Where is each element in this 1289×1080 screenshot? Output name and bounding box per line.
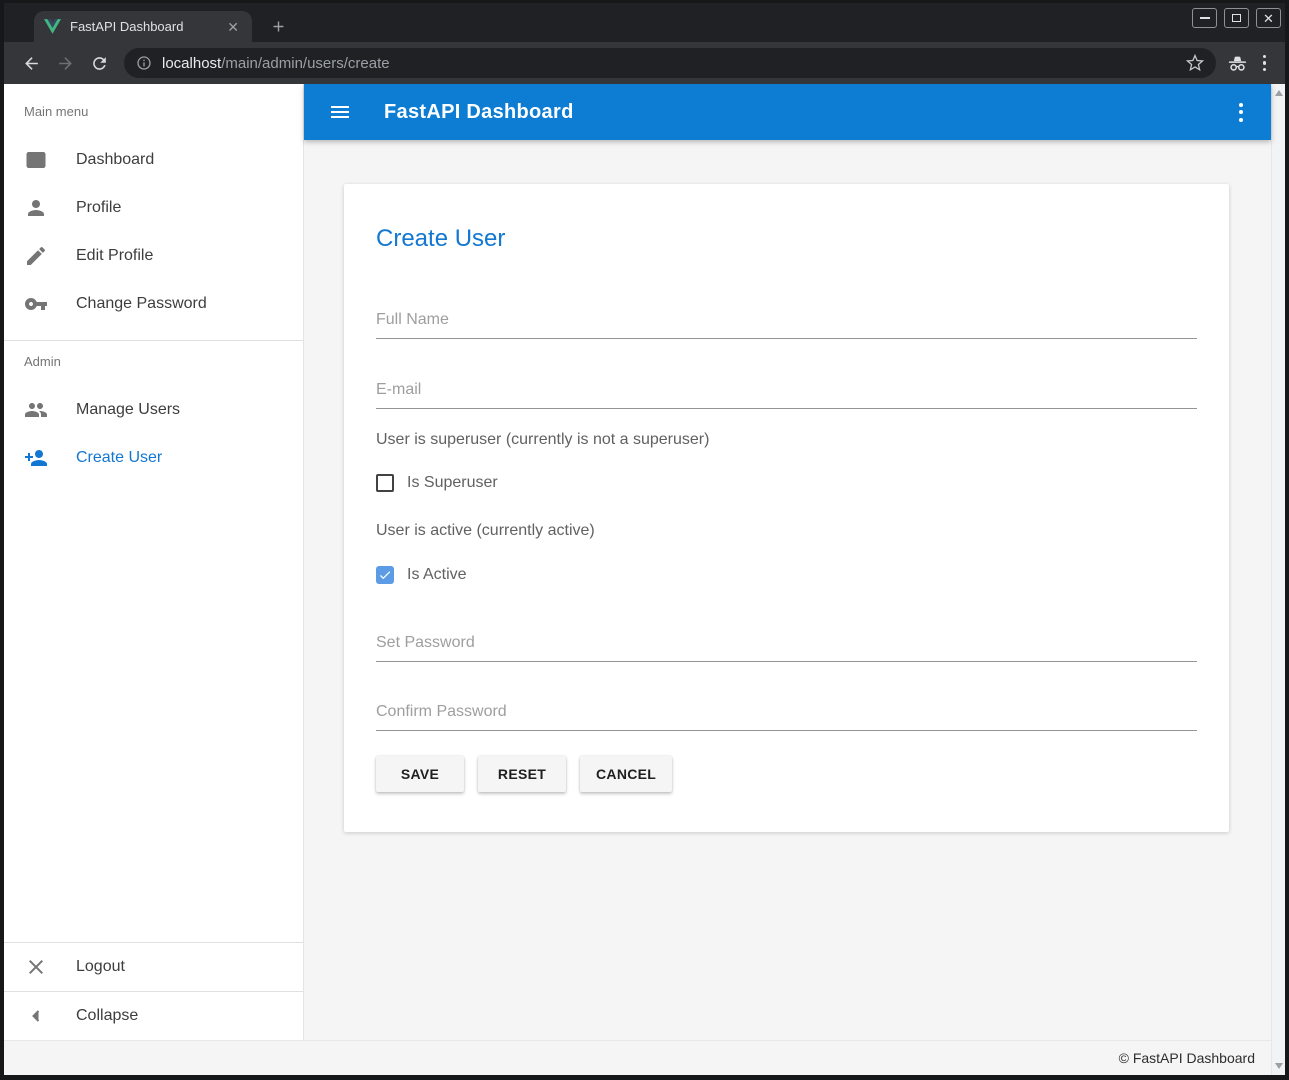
sidebar-item-label: Dashboard <box>76 151 154 169</box>
maximize-icon <box>1232 14 1241 22</box>
dashboard-icon <box>24 148 48 172</box>
back-button[interactable] <box>19 51 43 75</box>
url-path: /main/admin/users/create <box>221 55 389 72</box>
confirm-password-field[interactable]: Confirm Password <box>376 703 1197 731</box>
chevron-left-icon <box>24 1004 48 1028</box>
minimize-icon <box>1200 17 1210 19</box>
close-window-icon: ✕ <box>1263 12 1274 25</box>
main-area: FastAPI Dashboard Create User Full Name … <box>304 84 1271 1040</box>
tab-close-icon[interactable]: ✕ <box>224 19 242 35</box>
tab-title: FastAPI Dashboard <box>70 19 224 34</box>
superuser-checkbox-label: Is Superuser <box>407 474 498 492</box>
email-placeholder: E-mail <box>376 381 1197 399</box>
maximize-button[interactable] <box>1224 8 1249 28</box>
save-button[interactable]: SAVE <box>376 756 464 792</box>
sidebar: Main menu Dashboard Profile Edit Profile <box>4 84 304 1040</box>
group-icon <box>24 398 48 422</box>
confirm-password-placeholder: Confirm Password <box>376 703 1197 721</box>
active-checkbox-row[interactable]: Is Active <box>376 566 1197 584</box>
key-icon <box>24 292 48 316</box>
sidebar-item-label: Edit Profile <box>76 247 153 265</box>
scrollbar-up-icon[interactable] <box>1275 90 1283 96</box>
content-area: Create User Full Name E-mail User is sup… <box>304 140 1271 1040</box>
window-controls: ✕ <box>1192 8 1281 28</box>
logout-close-icon <box>24 955 48 979</box>
hamburger-menu-button[interactable] <box>328 100 352 124</box>
person-add-icon <box>24 446 48 470</box>
sidebar-item-dashboard[interactable]: Dashboard <box>4 136 303 184</box>
full-name-field[interactable]: Full Name <box>376 311 1197 339</box>
url-bar[interactable]: localhost/main/admin/users/create <box>124 48 1216 78</box>
scrollbar-down-icon[interactable] <box>1275 1063 1283 1069</box>
browser-tab[interactable]: FastAPI Dashboard ✕ <box>34 11 252 42</box>
sidebar-item-create-user[interactable]: Create User <box>4 434 303 482</box>
browser-toolbar: localhost/main/admin/users/create <box>4 42 1285 84</box>
forward-icon <box>56 54 75 73</box>
person-icon <box>24 196 48 220</box>
browser-window: FastAPI Dashboard ✕ ✕ localhost/main/adm… <box>0 0 1289 1080</box>
appbar-title: FastAPI Dashboard <box>384 101 574 124</box>
sidebar-item-manage-users[interactable]: Manage Users <box>4 386 303 434</box>
footer-copyright: © FastAPI Dashboard <box>1119 1050 1255 1066</box>
hamburger-icon <box>328 100 352 124</box>
sidebar-item-label: Collapse <box>76 1007 138 1025</box>
check-icon <box>378 568 392 582</box>
form-buttons: SAVE RESET CANCEL <box>376 756 1197 792</box>
url-host: localhost <box>162 55 221 72</box>
tab-strip: FastAPI Dashboard ✕ ✕ <box>4 3 1285 42</box>
active-checkbox-label: Is Active <box>407 566 467 584</box>
sidebar-item-collapse[interactable]: Collapse <box>4 992 303 1040</box>
pencil-icon <box>24 244 48 268</box>
email-field[interactable]: E-mail <box>376 381 1197 409</box>
sidebar-spacer <box>4 482 303 942</box>
sidebar-item-change-password[interactable]: Change Password <box>4 280 303 328</box>
sidebar-item-label: Logout <box>76 958 125 976</box>
back-icon <box>22 54 41 73</box>
active-checkbox[interactable] <box>376 566 394 584</box>
cancel-button[interactable]: CANCEL <box>580 756 672 792</box>
sidebar-item-label: Create User <box>76 449 162 467</box>
active-note: User is active (currently active) <box>376 522 1197 540</box>
page-title: Create User <box>376 224 1197 254</box>
sidebar-section-admin: Admin <box>24 354 303 369</box>
sidebar-item-label: Profile <box>76 199 121 217</box>
sidebar-item-label: Manage Users <box>76 401 180 419</box>
reload-button[interactable] <box>87 51 111 75</box>
reset-button[interactable]: RESET <box>478 756 566 792</box>
page-viewport: Main menu Dashboard Profile Edit Profile <box>4 84 1285 1075</box>
appbar-menu-icon[interactable] <box>1235 99 1247 126</box>
url-text: localhost/main/admin/users/create <box>162 55 1186 72</box>
full-name-placeholder: Full Name <box>376 311 1197 329</box>
close-window-button[interactable]: ✕ <box>1256 8 1281 28</box>
set-password-placeholder: Set Password <box>376 634 1197 652</box>
create-user-card: Create User Full Name E-mail User is sup… <box>344 184 1229 832</box>
minimize-button[interactable] <box>1192 8 1217 28</box>
page-footer: © FastAPI Dashboard <box>4 1040 1271 1075</box>
site-info-icon[interactable] <box>136 55 152 71</box>
superuser-note: User is superuser (currently is not a su… <box>376 431 1197 449</box>
vue-logo-icon <box>44 19 61 34</box>
reload-icon <box>90 54 109 73</box>
bookmark-star-icon[interactable] <box>1186 54 1204 72</box>
sidebar-item-edit-profile[interactable]: Edit Profile <box>4 232 303 280</box>
sidebar-section-main-menu: Main menu <box>24 104 303 119</box>
sidebar-item-label: Change Password <box>76 295 207 313</box>
app-bar: FastAPI Dashboard <box>304 84 1271 140</box>
set-password-field[interactable]: Set Password <box>376 634 1197 662</box>
superuser-checkbox-row[interactable]: Is Superuser <box>376 474 1197 492</box>
new-tab-button[interactable] <box>268 16 289 37</box>
forward-button[interactable] <box>53 51 77 75</box>
vertical-scrollbar[interactable] <box>1271 84 1285 1075</box>
superuser-checkbox[interactable] <box>376 474 394 492</box>
sidebar-item-logout[interactable]: Logout <box>4 943 303 991</box>
sidebar-divider <box>4 340 303 341</box>
incognito-icon <box>1226 52 1249 75</box>
sidebar-item-profile[interactable]: Profile <box>4 184 303 232</box>
browser-menu-icon[interactable] <box>1263 55 1267 72</box>
